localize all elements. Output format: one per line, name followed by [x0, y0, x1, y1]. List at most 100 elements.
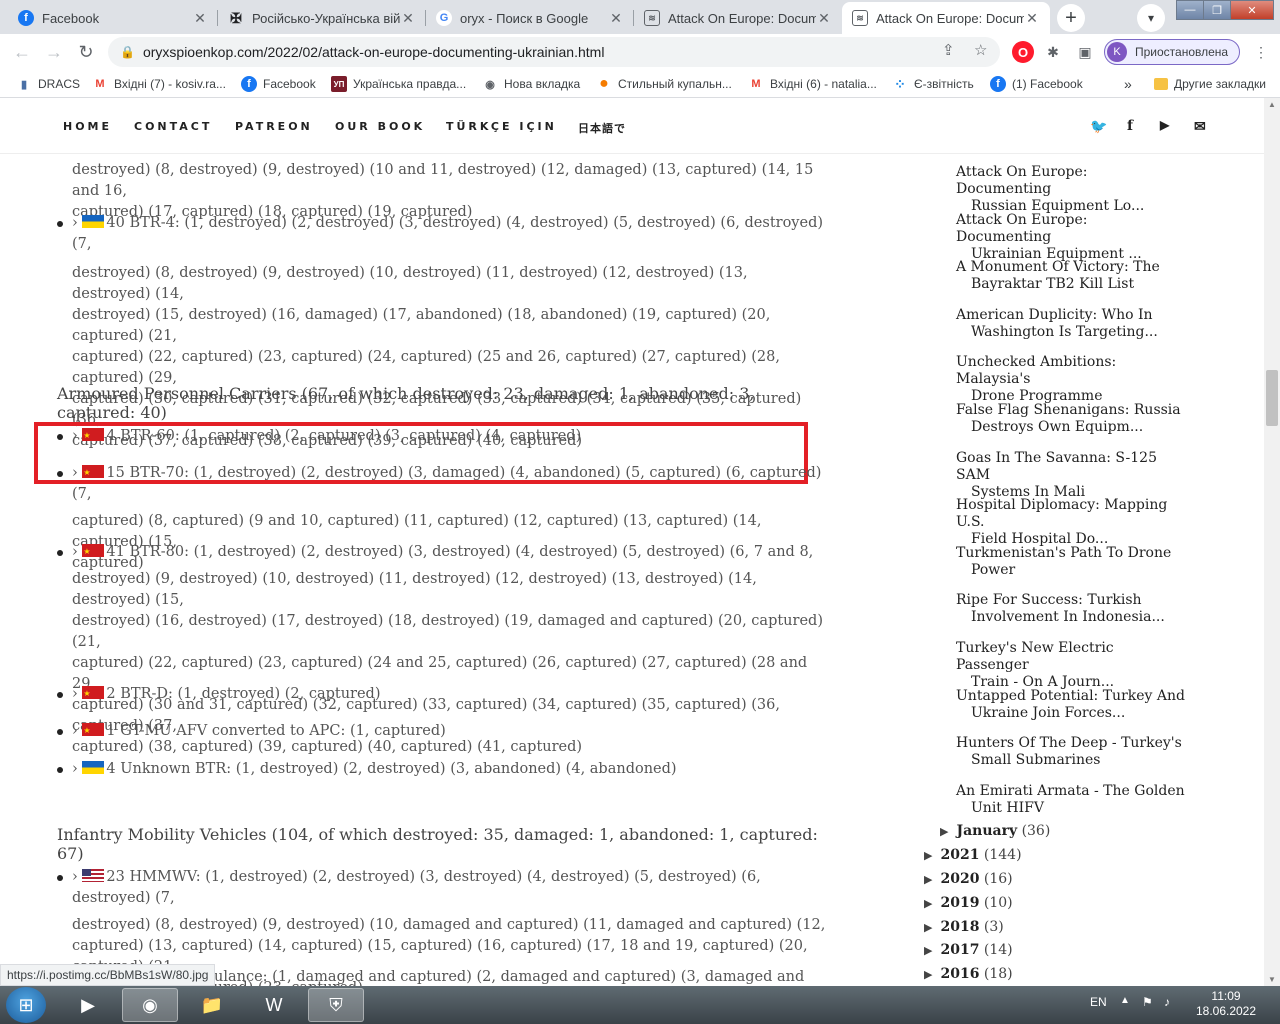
- archive-year-2016[interactable]: ▶ 2016 (18): [924, 966, 1013, 982]
- tray-expand-icon[interactable]: ▲: [1120, 995, 1130, 1006]
- nav-patreon[interactable]: PATREON: [235, 120, 313, 133]
- tab-wikipedia[interactable]: ✠ Російсько-Українська війна ✕: [218, 2, 426, 34]
- tab-facebook[interactable]: f Facebook ✕: [8, 2, 218, 34]
- archive-month-january[interactable]: ▶ January (36): [940, 823, 1050, 839]
- other-bookmarks-folder[interactable]: Другие закладки: [1154, 76, 1266, 92]
- sidebar-post-link[interactable]: Hunters Of The Deep - Turkey's Small Subm…: [956, 735, 1186, 769]
- maximize-button[interactable]: ❐: [1203, 0, 1231, 20]
- sidebar-post-link[interactable]: Unchecked Ambitions: Malaysia's Drone Pro…: [956, 354, 1186, 405]
- address-bar[interactable]: 🔒 oryxspioenkop.com/2022/02/attack-on-eu…: [108, 37, 1000, 67]
- forward-button[interactable]: →: [42, 40, 66, 64]
- archive-year-2021[interactable]: ▶ 2021 (144): [924, 847, 1022, 863]
- tab-search-button[interactable]: ▾: [1137, 4, 1165, 32]
- sidebar-post-link[interactable]: Turkmenistan's Path To Drone Power: [956, 545, 1186, 579]
- bookmark-item[interactable]: УП Українська правда...: [331, 76, 466, 92]
- window-close-button[interactable]: ✕: [1230, 0, 1274, 20]
- volume-icon[interactable]: ♪: [1164, 995, 1170, 1009]
- tab-google-search[interactable]: G oryx - Поиск в Google ✕: [426, 2, 634, 34]
- twitter-icon[interactable]: 🐦: [1090, 118, 1107, 135]
- side-panel-icon[interactable]: ▣: [1074, 41, 1096, 63]
- nav-contact[interactable]: CONTACT: [134, 120, 212, 133]
- russia-flag-icon: [82, 462, 105, 483]
- sidebar-post-link[interactable]: Attack On Europe: Documenting Ukrainian E…: [956, 212, 1186, 263]
- sidebar-post-link[interactable]: Hospital Diplomacy: Mapping U.S. Field Ho…: [956, 497, 1186, 548]
- bookmark-item[interactable]: ▮ DRACS: [16, 76, 80, 92]
- sidebar-post-link[interactable]: Attack On Europe: Documenting Russian Equ…: [956, 164, 1186, 215]
- nav-home[interactable]: HOME: [63, 120, 112, 133]
- opera-extension-icon[interactable]: O: [1012, 41, 1034, 63]
- bullet: [57, 221, 63, 227]
- bookmark-item[interactable]: ⁘ Є-звітність: [892, 76, 974, 92]
- reload-button[interactable]: ↻: [74, 40, 98, 64]
- lock-icon: 🔒: [120, 45, 135, 59]
- chrome-icon[interactable]: ◉: [122, 988, 178, 1022]
- scrollbar-thumb[interactable]: [1266, 370, 1278, 426]
- browser-menu-icon[interactable]: ⋮: [1250, 41, 1272, 63]
- back-button[interactable]: ←: [10, 40, 34, 64]
- tab-oryx-russian[interactable]: ≋ Attack On Europe: Documenting ✕: [634, 2, 842, 34]
- new-tab-button[interactable]: +: [1057, 4, 1085, 32]
- media-player-icon[interactable]: ▶: [60, 988, 116, 1022]
- nav-japanese[interactable]: 日本語で: [578, 120, 626, 136]
- bookmark-item[interactable]: M Вхідні (7) - kosiv.ra...: [92, 76, 226, 92]
- e-reporting-icon: ⁘: [894, 75, 906, 92]
- archive-year-2019[interactable]: ▶ 2019 (10): [924, 895, 1013, 911]
- scroll-up-arrow-icon[interactable]: ▲: [1268, 100, 1276, 109]
- email-icon[interactable]: ✉: [1194, 118, 1206, 135]
- nav-turkish[interactable]: TÜRKÇE IÇIN: [446, 120, 557, 133]
- folder-icon: [1154, 78, 1168, 90]
- bookmarks-overflow-button[interactable]: »: [1124, 76, 1132, 92]
- system-clock[interactable]: 11:09 18.06.2022: [1186, 989, 1266, 1019]
- list-item-gtmu: › 1 GT-MU AFV converted to APC: (1, capt…: [72, 720, 446, 742]
- sidebar-post-link[interactable]: Turkey's New Electric Passenger Train - O…: [956, 640, 1186, 691]
- close-icon[interactable]: ✕: [192, 10, 208, 27]
- shop-icon: ●: [599, 75, 609, 92]
- tab-title: Attack On Europe: Documenting: [876, 10, 1024, 26]
- page-scrollbar[interactable]: ▲ ▼: [1264, 98, 1280, 986]
- sidebar-post-link[interactable]: A Monument Of Victory: The Bayraktar TB2 …: [956, 259, 1186, 293]
- close-icon[interactable]: ✕: [1024, 10, 1040, 27]
- youtube-icon[interactable]: ▶: [1160, 118, 1169, 132]
- archive-year-2017[interactable]: ▶ 2017 (14): [924, 942, 1013, 958]
- bookmark-item[interactable]: f (1) Facebook: [990, 76, 1083, 92]
- sidebar-post-link[interactable]: American Duplicity: Who In Washington Is …: [956, 307, 1186, 341]
- list-item-btrd: › 2 BTR-D: (1, destroyed) (2, captured): [72, 683, 381, 705]
- russia-flag-icon: [82, 683, 105, 704]
- close-icon[interactable]: ✕: [608, 10, 624, 27]
- ukraine-flag-icon: [82, 215, 105, 228]
- gmail-icon: M: [751, 78, 761, 90]
- scroll-down-arrow-icon[interactable]: ▼: [1268, 975, 1276, 984]
- share-icon[interactable]: ⇪: [942, 41, 955, 59]
- bookmark-label: Нова вкладка: [504, 77, 581, 91]
- extensions-puzzle-icon[interactable]: ✱: [1042, 41, 1064, 63]
- oryx-site-icon: ≋: [852, 10, 868, 26]
- facebook-icon[interactable]: f: [1127, 118, 1133, 134]
- sidebar-post-link[interactable]: Goas In The Savanna: S-125 SAM Systems In…: [956, 450, 1186, 501]
- start-button[interactable]: ⊞: [6, 987, 46, 1023]
- avatar: K: [1107, 42, 1127, 62]
- tab-oryx-ukrainian-active[interactable]: ≋ Attack On Europe: Documenting ✕: [842, 2, 1050, 34]
- bookmark-icon: ▮: [20, 78, 28, 91]
- nav-our-book[interactable]: OUR BOOK: [335, 120, 425, 133]
- language-indicator[interactable]: EN: [1090, 995, 1107, 1009]
- sidebar-post-link[interactable]: An Emirati Armata - The Golden Unit HIFV: [956, 783, 1186, 817]
- archive-year-2020[interactable]: ▶ 2020 (16): [924, 871, 1013, 887]
- bookmark-item[interactable]: f Facebook: [241, 76, 316, 92]
- world-of-tanks-icon[interactable]: W: [246, 988, 302, 1022]
- bookmark-item[interactable]: M Вхідні (6) - natalia...: [748, 76, 876, 92]
- network-icon[interactable]: ⚑: [1142, 995, 1153, 1009]
- bookmark-star-icon[interactable]: ☆: [974, 41, 987, 59]
- security-shield-icon[interactable]: ⛨: [308, 988, 364, 1022]
- archive-year-2018[interactable]: ▶ 2018 (3): [924, 919, 1004, 935]
- sidebar-post-link[interactable]: Ripe For Success: Turkish Involvement In …: [956, 592, 1186, 626]
- close-icon[interactable]: ✕: [400, 10, 416, 27]
- profile-button[interactable]: K Приостановлена: [1104, 39, 1240, 65]
- close-icon[interactable]: ✕: [816, 10, 832, 27]
- minimize-button[interactable]: —: [1176, 0, 1204, 20]
- bookmark-item[interactable]: ◉ Нова вкладка: [482, 76, 580, 92]
- bookmark-item[interactable]: ● Стильный купальн...: [596, 75, 732, 92]
- sidebar-post-link[interactable]: Untapped Potential: Turkey And Ukraine Jo…: [956, 688, 1186, 722]
- list-item-ambulance-partial: ulance: (1, damaged and captured) (2, da…: [214, 969, 805, 985]
- sidebar-post-link[interactable]: False Flag Shenanigans: Russia Destroys O…: [956, 402, 1186, 436]
- file-explorer-icon[interactable]: 📁: [184, 988, 240, 1022]
